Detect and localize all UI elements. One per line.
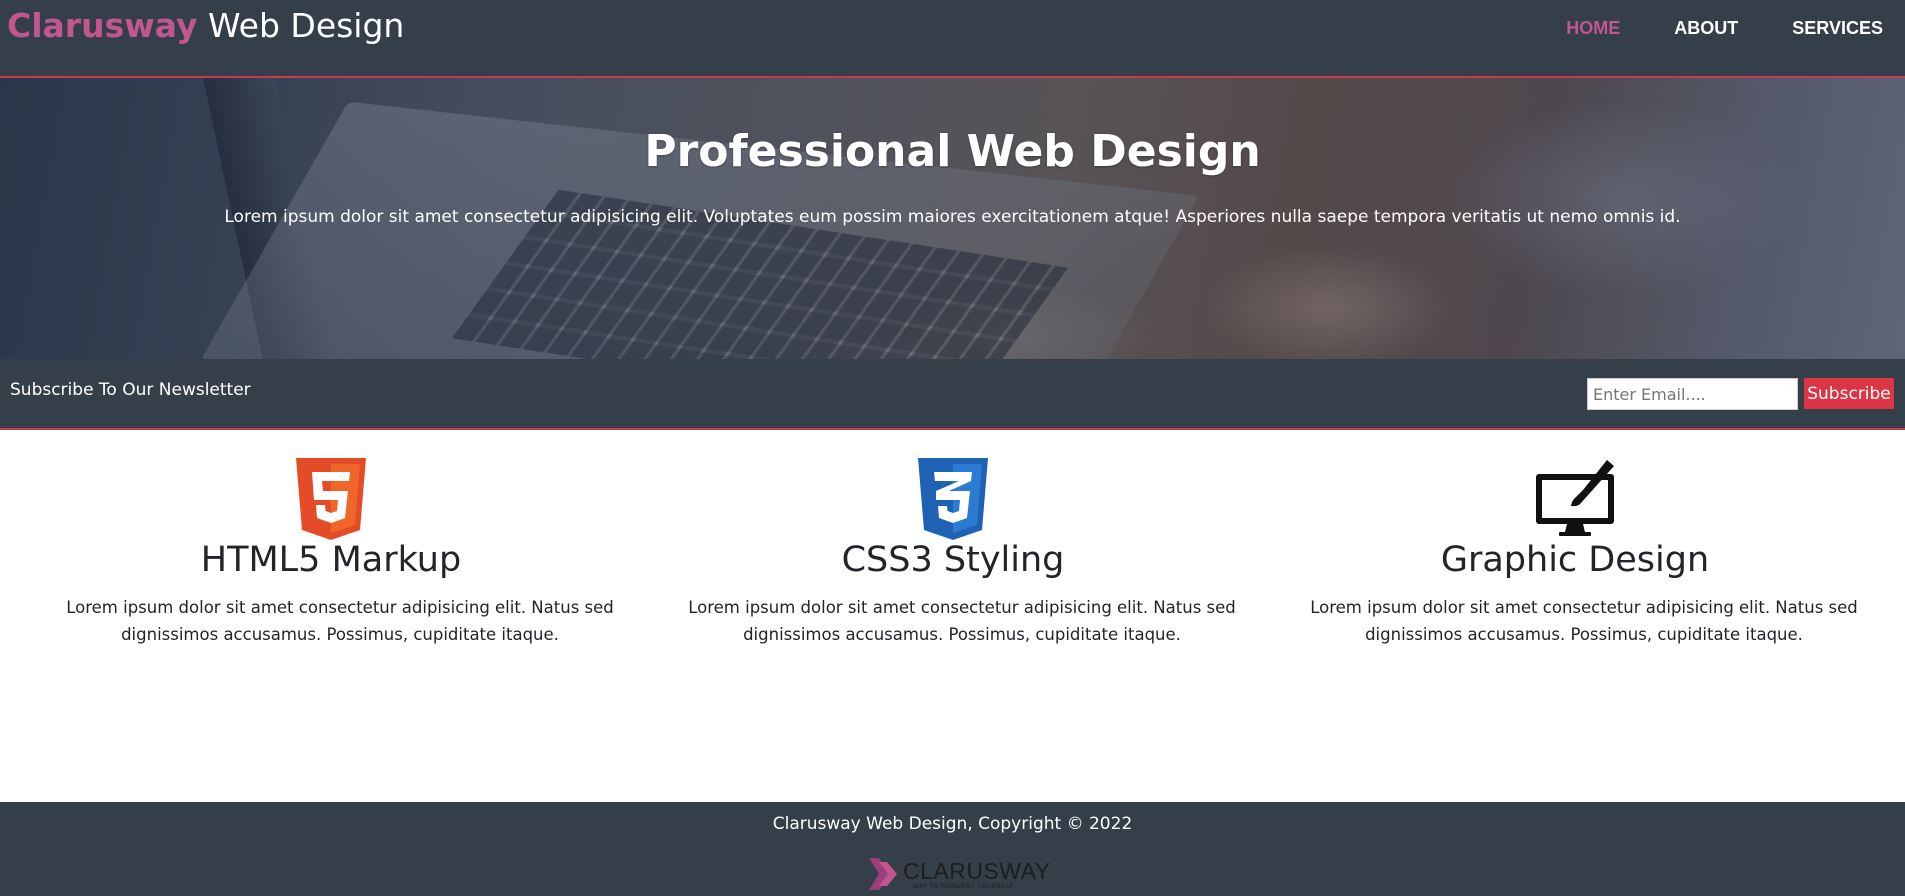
site-footer: Clarusway Web Design, Copyright © 2022 C… <box>0 802 1905 896</box>
hero-section: Professional Web Design Lorem ipsum dolo… <box>0 78 1905 359</box>
logo-tagline: WAY TO REINVENT YOURSELF <box>913 884 1014 890</box>
newsletter-label: Subscribe To Our Newsletter <box>10 380 251 400</box>
subscribe-button[interactable]: Subscribe <box>1804 378 1894 409</box>
chevron-logo-icon <box>869 858 897 890</box>
site-header: Clarusway Web Design HOME ABOUT SERVICES <box>0 0 1905 78</box>
html5-icon <box>294 458 368 545</box>
brand-rest: Web Design <box>207 6 405 45</box>
features-section: HTML5 Markup Lorem ipsum dolor sit amet … <box>0 432 1905 802</box>
hero-title: Professional Web Design <box>644 126 1261 177</box>
email-input[interactable] <box>1587 378 1798 410</box>
clarusway-logo[interactable]: CLARUSWAY WAY TO REINVENT YOURSELF <box>867 854 1050 894</box>
newsletter-bar: Subscribe To Our Newsletter Subscribe <box>0 359 1905 430</box>
nav-about[interactable]: ABOUT <box>1649 18 1763 39</box>
feature-title: CSS3 Styling <box>841 540 1065 580</box>
nav-services[interactable]: SERVICES <box>1767 18 1905 39</box>
site-logo[interactable]: Clarusway Web Design <box>7 6 404 45</box>
graphic-design-icon <box>1533 458 1617 543</box>
feature-title: HTML5 Markup <box>200 540 462 580</box>
logo-name: CLARUSWAY <box>903 858 1051 884</box>
nav-home[interactable]: HOME <box>1541 18 1645 39</box>
hero-text: Lorem ipsum dolor sit amet consectetur a… <box>224 207 1681 227</box>
css3-icon <box>916 458 990 545</box>
brand-accent: Clarusway <box>7 6 198 45</box>
feature-title: Graphic Design <box>1440 540 1710 580</box>
feature-text: Lorem ipsum dolor sit amet consectetur a… <box>688 598 1236 644</box>
main-nav: HOME ABOUT SERVICES <box>1537 18 1905 39</box>
feature-text: Lorem ipsum dolor sit amet consectetur a… <box>66 598 614 644</box>
feature-text: Lorem ipsum dolor sit amet consectetur a… <box>1310 598 1858 644</box>
copyright-text: Clarusway Web Design, Copyright © 2022 <box>772 814 1133 834</box>
